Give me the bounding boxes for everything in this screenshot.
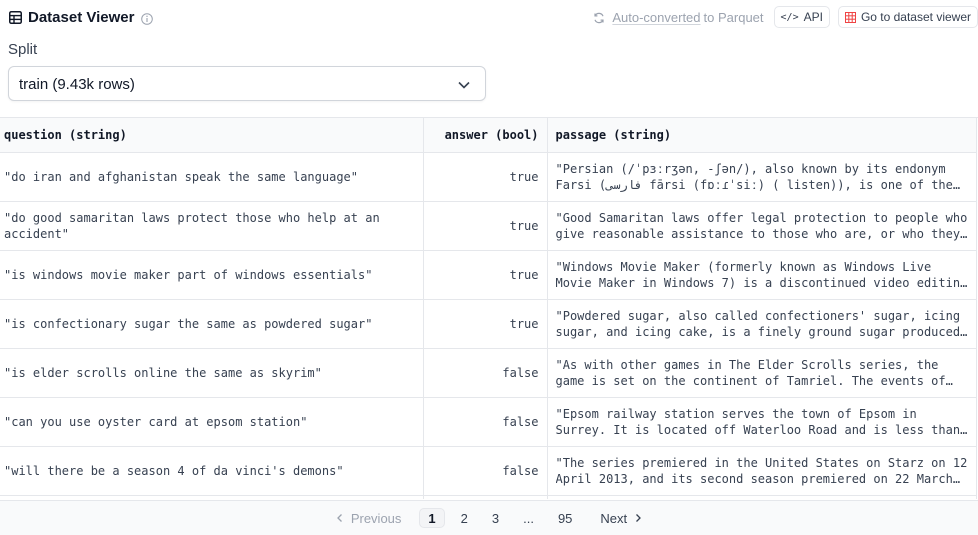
cell-answer: true xyxy=(423,250,548,300)
data-table: question (string) answer (bool) passage … xyxy=(0,118,977,499)
cell-question: "do iran and afghanistan speak the same … xyxy=(0,152,424,202)
cell-question xyxy=(0,495,424,499)
cell-question-text: "is windows movie maker part of windows … xyxy=(4,267,373,282)
cell-question-text: "do good samaritan laws protect those wh… xyxy=(4,210,380,241)
code-icon: </> xyxy=(780,11,799,23)
table-row[interactable]: "can you use oyster card at epsom statio… xyxy=(0,397,977,447)
go-to-dataset-viewer-label: Go to dataset viewer xyxy=(860,10,971,24)
cell-question-text: "is elder scrolls online the same as sky… xyxy=(4,365,322,380)
cell-answer: true xyxy=(423,299,548,349)
cell-passage-text: "Persian (/ˈpɜːrʒən, -ʃən/), also known … xyxy=(555,161,953,192)
next-page-button[interactable]: Next xyxy=(592,508,651,528)
table-row[interactable]: "do iran and afghanistan speak the same … xyxy=(0,152,977,202)
cell-question: "is windows movie maker part of windows … xyxy=(0,250,424,300)
data-table-container[interactable]: question (string) answer (bool) passage … xyxy=(0,117,978,499)
page-button-1[interactable]: 1 xyxy=(419,508,445,528)
viewer-header: Dataset Viewer Auto-converted to Parquet… xyxy=(0,0,978,36)
table-row[interactable]: "is windows movie maker part of windows … xyxy=(0,250,977,300)
page-button-3[interactable]: 3 xyxy=(484,508,507,528)
cell-question: "is confectionary sugar the same as powd… xyxy=(0,299,424,349)
cell-answer: false xyxy=(423,446,548,496)
page-title: Dataset Viewer xyxy=(28,9,135,26)
table-row[interactable]: "will there be a season 4 of da vinci's … xyxy=(0,446,977,496)
table-icon xyxy=(9,11,22,24)
cell-question-text: "do iran and afghanistan speak the same … xyxy=(4,169,359,184)
pagination: Previous 1 2 3 ... 95 Next xyxy=(0,500,978,535)
parquet-label: to Parquet xyxy=(703,9,764,25)
go-to-dataset-viewer-button[interactable]: Go to dataset viewer xyxy=(837,6,978,28)
cell-passage: "Epsom railway station serves the town o… xyxy=(547,397,977,447)
title-group: Dataset Viewer xyxy=(9,9,154,26)
cell-answer: true xyxy=(423,201,548,251)
auto-converted-link[interactable]: Auto-converted xyxy=(612,10,700,25)
split-select[interactable]: train (9.43k rows) xyxy=(8,66,486,101)
cell-question: "can you use oyster card at epsom statio… xyxy=(0,397,424,447)
cell-answer: false xyxy=(423,348,548,398)
previous-page-button[interactable]: Previous xyxy=(327,508,410,528)
cell-question: "do good samaritan laws protect those wh… xyxy=(0,201,424,251)
split-selected-value: train (9.43k rows) xyxy=(19,76,135,93)
page-button-95[interactable]: 95 xyxy=(550,508,580,528)
table-row[interactable]: "is confectionary sugar the same as powd… xyxy=(0,299,977,349)
cell-passage-text: "Good Samaritan laws offer legal protect… xyxy=(555,210,968,241)
cell-passage-text: "Epsom railway station serves the town o… xyxy=(555,406,961,437)
cell-answer: true xyxy=(423,152,548,202)
table-row[interactable]: "is elder scrolls online the same as sky… xyxy=(0,348,977,398)
cell-question-text: "will there be a season 4 of da vinci's … xyxy=(4,463,344,478)
grid-icon xyxy=(844,11,856,23)
table-header-row: question (string) answer (bool) passage … xyxy=(0,118,977,153)
next-label: Next xyxy=(600,510,628,526)
page-ellipsis: ... xyxy=(523,510,534,526)
cell-passage-text: "Windows Movie Maker (formerly known as … xyxy=(555,259,968,290)
chevron-down-icon xyxy=(457,78,471,90)
chevron-right-icon xyxy=(636,514,642,522)
table-row[interactable]: "do good samaritan laws protect those wh… xyxy=(0,201,977,251)
cell-passage-text: "The series premiered in the United Stat… xyxy=(555,455,968,486)
cell-passage: "The series premiered in the United Stat… xyxy=(547,446,977,496)
api-button-label: API xyxy=(803,10,823,24)
cell-answer: false xyxy=(423,397,548,447)
cell-question-text: "is confectionary sugar the same as powd… xyxy=(4,316,373,331)
info-icon[interactable] xyxy=(141,12,154,25)
cell-passage: "As with other games in The Elder Scroll… xyxy=(547,348,977,398)
cell-passage-text: "Powdered sugar, also called confectione… xyxy=(555,308,961,339)
cell-answer xyxy=(423,495,548,499)
cell-passage: "Persian (/ˈpɜːrʒən, -ʃən/), also known … xyxy=(547,152,977,202)
cell-passage xyxy=(547,495,977,499)
column-header-answer[interactable]: answer (bool) xyxy=(423,118,548,153)
cell-passage: "Windows Movie Maker (formerly known as … xyxy=(547,250,977,300)
api-button[interactable]: </> API xyxy=(773,6,830,28)
refresh-icon xyxy=(593,11,605,24)
cell-passage: "Good Samaritan laws offer legal protect… xyxy=(547,201,977,251)
previous-label: Previous xyxy=(350,510,402,526)
column-header-passage[interactable]: passage (string) xyxy=(547,118,977,153)
cell-passage-text: "As with other games in The Elder Scroll… xyxy=(555,357,946,388)
column-header-question[interactable]: question (string) xyxy=(0,118,424,153)
header-actions: Auto-converted to Parquet </> API Go to … xyxy=(593,6,978,28)
page-button-2[interactable]: 2 xyxy=(453,508,476,528)
chevron-left-icon xyxy=(336,514,342,522)
cell-question: "is elder scrolls online the same as sky… xyxy=(0,348,424,398)
cell-question-text: "can you use oyster card at epsom statio… xyxy=(4,414,308,429)
split-label: Split xyxy=(8,41,38,58)
cell-passage: "Powdered sugar, also called confectione… xyxy=(547,299,977,349)
cell-question: "will there be a season 4 of da vinci's … xyxy=(0,446,424,496)
table-row[interactable] xyxy=(0,495,977,499)
